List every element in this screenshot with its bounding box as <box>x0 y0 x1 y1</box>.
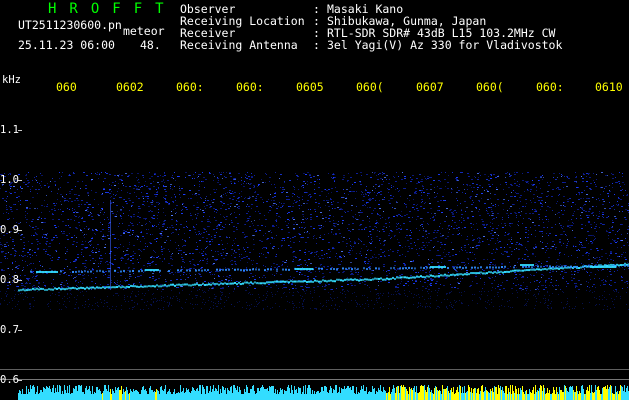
time-label: 060: <box>536 80 564 94</box>
time-label: 0610 <box>595 80 623 94</box>
time-label: 0605 <box>296 80 324 94</box>
time-label: 060( <box>476 80 504 94</box>
hrofft-spectrogram-screen: HROFFT UT2511230600.pn meteor 25.11.23 0… <box>0 0 629 400</box>
antenna-value: 3el Yagi(V) Az 330 for Vladivostok <box>327 38 563 52</box>
app-brand: HROFFT <box>48 1 177 17</box>
time-label: 0602 <box>116 80 144 94</box>
time-label: 060( <box>356 80 384 94</box>
bottom-bar-layer <box>18 385 629 400</box>
freq-label: 0.7 <box>0 324 19 336</box>
antenna-sep: : <box>313 38 320 52</box>
time-label: 060: <box>236 80 264 94</box>
time-label: 060: <box>176 80 204 94</box>
detection-tag: meteor <box>123 24 165 38</box>
axis-layer <box>0 130 629 381</box>
freq-label: 1.0 <box>0 174 19 186</box>
freq-label: 1.1 <box>0 124 19 136</box>
freq-label: 0.8 <box>0 274 19 286</box>
antenna-label: Receiving Antenna <box>180 38 298 52</box>
frequency-unit-label: kHz <box>2 74 21 86</box>
file-name: UT2511230600.pn <box>18 18 122 32</box>
time-label: 060 <box>56 80 77 94</box>
freq-label: 0.9 <box>0 224 19 236</box>
freq-label: 0.6 <box>0 374 19 386</box>
spectrogram-plot <box>0 130 629 400</box>
timestamp: 25.11.23 06:00 <box>18 38 115 52</box>
meteor-count: 48. <box>140 38 161 52</box>
time-label: 0607 <box>416 80 444 94</box>
